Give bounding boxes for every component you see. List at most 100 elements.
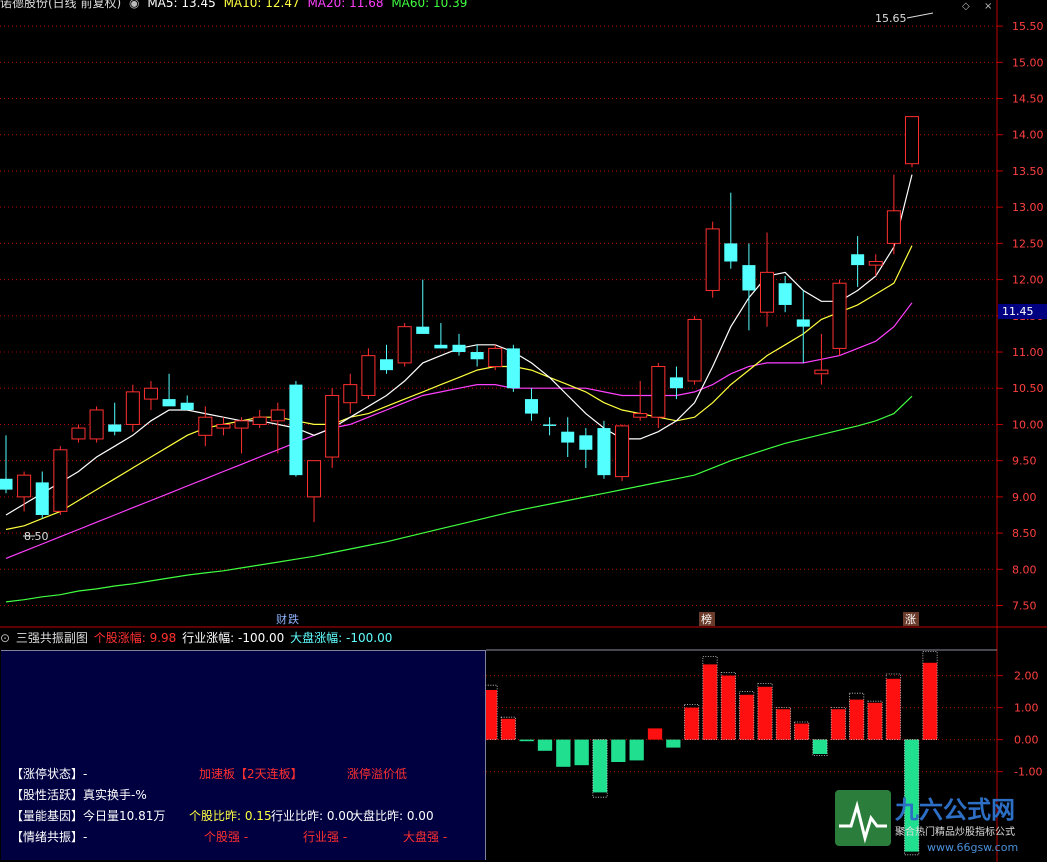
ma-settings-icon[interactable]: ◉ [129, 0, 139, 10]
candle-body-down [452, 344, 466, 353]
sub-bar [776, 709, 791, 740]
close-icon[interactable]: × [984, 1, 992, 12]
sub-bar [501, 718, 516, 740]
event-label-up: 涨 [905, 613, 916, 626]
sub-header: ⊙ 三强共振副图 个股涨幅: 9.98 行业涨幅: -100.00 大盘涨幅: … [0, 630, 394, 646]
volume-label: 【量能基因】今日量10.81万 [11, 809, 166, 823]
candle-body-up [488, 347, 503, 368]
ratio-market: 大盘比昨: 0.00 [351, 809, 434, 823]
candle-body-down [796, 319, 810, 327]
candle-body-up [216, 423, 231, 429]
candle-body-up [343, 384, 358, 404]
price-tick-label: 14.50 [1012, 93, 1044, 106]
resonance-label: 【情绪共振】- [11, 830, 88, 844]
sub-bar [592, 739, 608, 793]
high-price-label: 15.65 [875, 12, 907, 25]
candle-body-up [868, 260, 883, 266]
current-price-label: 11.45 [1002, 305, 1034, 318]
watermark-slogan: 聚合热门精品炒股指标公式 [895, 825, 1015, 838]
sub-tick-label: 0.00 [1014, 734, 1039, 747]
watermark-graphic: 九六公式网 聚合热门精品炒股指标公式 www.66gsw.com [835, 790, 1018, 854]
candle-body-up [325, 394, 340, 458]
candle-body-down [597, 428, 611, 476]
candle-body-up [125, 391, 140, 425]
sub-bar [684, 707, 699, 740]
ma60-layer [5, 395, 913, 603]
ma10-line [5, 245, 913, 531]
sub-title[interactable]: 三强共振副图 [16, 631, 88, 645]
industry-change-label: 行业涨幅: -100.00 [182, 631, 285, 645]
candle-body-down [379, 359, 394, 371]
candle-body-down [0, 478, 13, 490]
sub-bar [519, 739, 534, 742]
candle-body-up [832, 282, 847, 349]
candle-body-up [53, 449, 68, 512]
sub-bar [647, 728, 663, 740]
candle-body-up [615, 425, 630, 478]
candle-body-up [71, 427, 86, 440]
candle-body-up [361, 355, 376, 396]
sub-bar [922, 662, 938, 740]
candle-body-up [760, 271, 775, 313]
price-tick-label: 8.00 [1012, 563, 1037, 576]
price-tick-label: 7.50 [1012, 600, 1037, 613]
price-tick-label: 15.50 [1012, 20, 1044, 33]
high-arrow [906, 12, 934, 19]
sub-bar [537, 739, 553, 751]
candle-body-up [143, 387, 158, 400]
ratio-stock: 个股比昨: 0.15 [189, 809, 272, 823]
ma60-legend: MA60: 10.39 [391, 0, 468, 10]
price-tick-label: 8.50 [1012, 527, 1037, 540]
sub-bar [886, 678, 901, 740]
sub-bar [702, 664, 718, 740]
ma5-legend: MA5: 13.45 [147, 0, 216, 10]
candle-body-down [289, 384, 303, 476]
event-label-drop: 跌 [288, 612, 299, 626]
ma60-line [5, 395, 913, 603]
sub-bar [831, 709, 846, 740]
ratio-industry: 行业比昨: 0.00 [271, 809, 354, 823]
price-tick-label: 13.00 [1012, 201, 1044, 214]
candle-body-down [543, 424, 557, 426]
candle-body-up [270, 409, 285, 422]
price-tick-label: 12.00 [1012, 274, 1044, 287]
candle-body-up [814, 369, 829, 375]
diamond-icon[interactable]: ◇ [962, 1, 970, 12]
chart-header: 诺德股份(日线 前复权) ◉ MA5: 13.45 MA10: 12.47 MA… [0, 0, 471, 10]
candle-body-down [742, 265, 756, 291]
sub-axis: -1.00 0.00 1.00 2.00 [997, 670, 1042, 779]
candle-body-up [904, 116, 920, 165]
sub-bar [867, 702, 883, 740]
candle-body-down [506, 348, 520, 389]
sub-collapse-icon[interactable]: ⊙ [0, 631, 10, 645]
ma10-layer [5, 245, 913, 531]
candle-body-up [307, 460, 322, 498]
sub-tick-label: 2.00 [1014, 670, 1039, 683]
candle-body-up [89, 409, 104, 440]
limit-premium-value: 涨停溢价低 [347, 767, 408, 781]
price-tick-label: 13.50 [1012, 165, 1044, 178]
candle-body-up [397, 326, 412, 364]
price-grid [0, 25, 997, 607]
sub-bar [629, 739, 644, 761]
site-watermark: 九六公式网 聚合热门精品炒股指标公式 www.66gsw.com [827, 788, 1037, 856]
price-tick-label: 12.50 [1012, 237, 1044, 250]
candle-body-up [633, 413, 648, 418]
candle-body-down [724, 243, 738, 262]
candle-body-down [669, 377, 683, 389]
strong-market: 大盘强 - [403, 830, 448, 844]
strong-industry: 行业强 - [303, 830, 348, 844]
ma20-legend: MA20: 11.68 [307, 0, 384, 10]
candle-body-down [579, 435, 593, 450]
market-change-label: 大盘涨幅: -100.00 [290, 631, 393, 645]
activity-label: 【股性活跃】真实换手-% [11, 788, 147, 802]
watermark-brand: 九六公式网 [894, 796, 1015, 824]
candles-layer [0, 116, 920, 523]
candle-body-down [162, 399, 176, 407]
sub-bar [812, 739, 828, 754]
candle-body-up [17, 474, 32, 498]
price-tick-label: 11.00 [1012, 346, 1044, 359]
stock-title[interactable]: 诺德股份(日线 前复权) [0, 0, 121, 10]
price-tick-label: 10.00 [1012, 418, 1044, 431]
candle-body-up [651, 366, 666, 418]
